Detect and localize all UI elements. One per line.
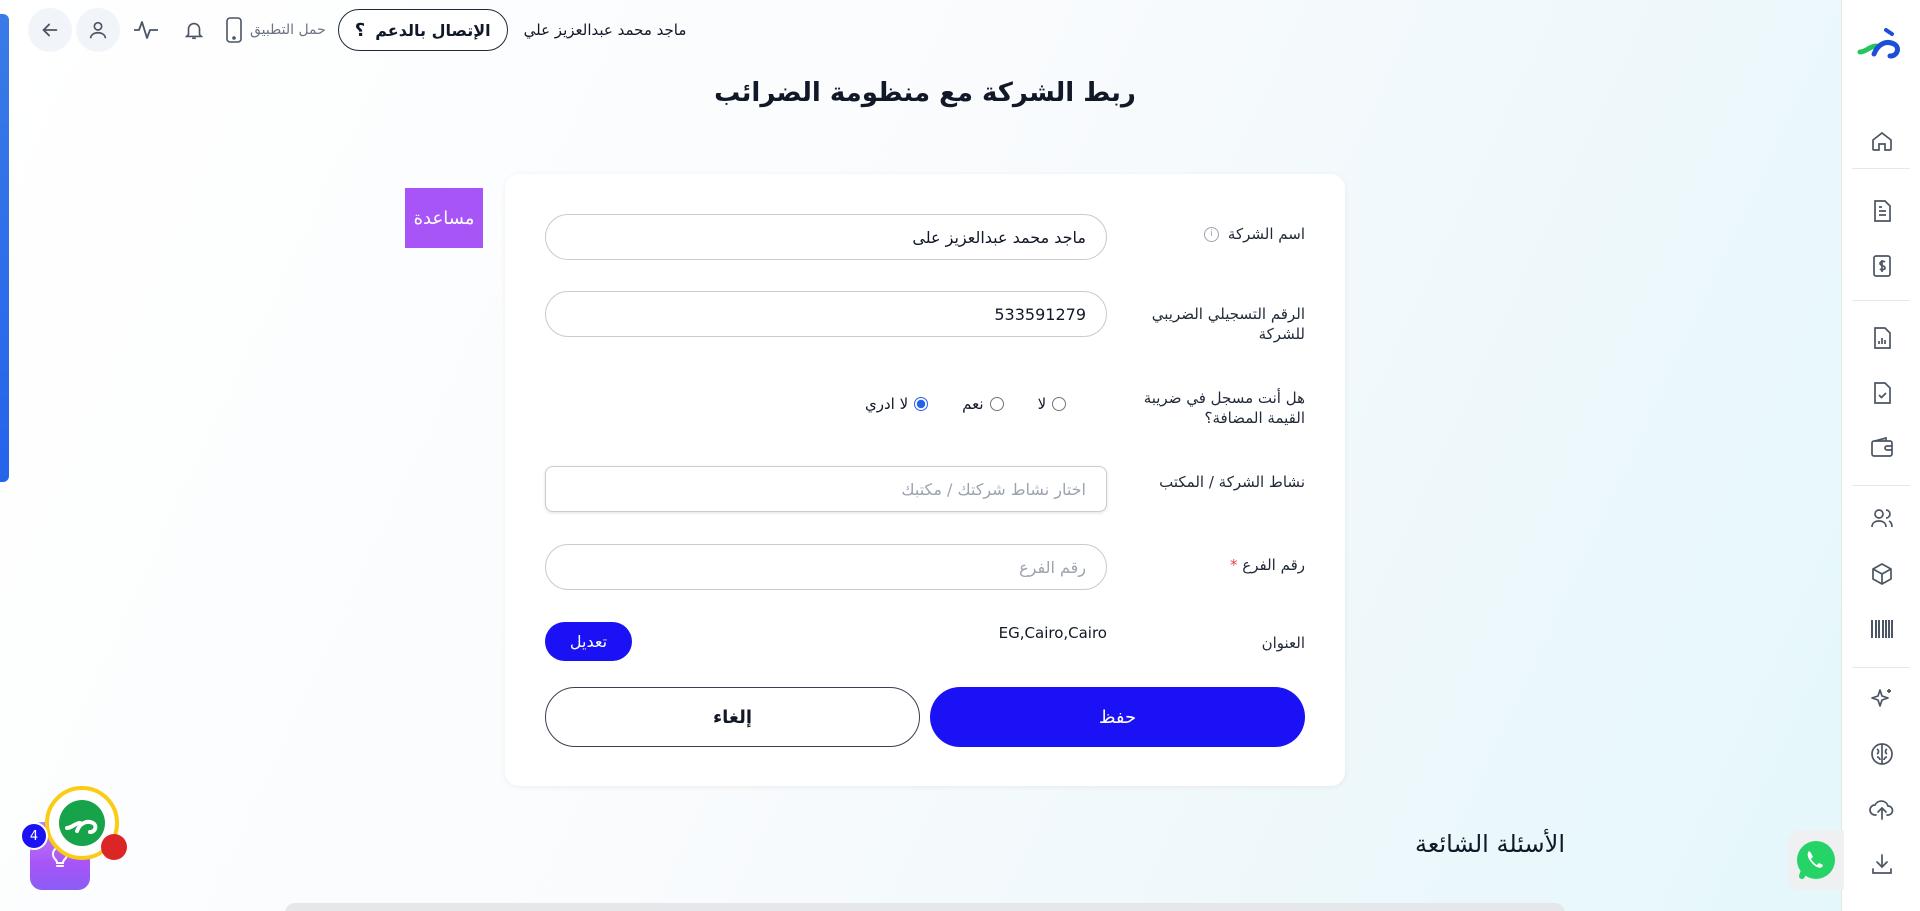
whatsapp-button[interactable]: [1788, 830, 1844, 890]
back-button[interactable]: [28, 8, 72, 52]
required-mark: *: [1230, 556, 1238, 574]
sidebar-divider: [1852, 667, 1910, 668]
activity-icon: [134, 21, 158, 39]
vat-option-no[interactable]: لا: [1038, 395, 1067, 413]
mobile-phone-icon: [226, 17, 242, 43]
assistant-notification-badge: 4: [20, 822, 48, 850]
wallet-icon: [1871, 437, 1893, 457]
vat-option-dont-know[interactable]: لا ادري: [865, 395, 929, 413]
check-file-icon: [1874, 382, 1891, 404]
vat-question-label: هل أنت مسجل في ضريبة القيمة المضافة؟: [1143, 389, 1305, 427]
vat-radio-dont-know[interactable]: [914, 397, 929, 411]
save-button[interactable]: حفظ: [930, 687, 1305, 747]
vat-option-yes-label: نعم: [962, 395, 984, 413]
dollar-document-icon: [1873, 255, 1891, 277]
chart-file-icon: [1874, 327, 1891, 349]
tax-link-form-card: اسم الشركة i الرقم التسجيلي الضريبي للشر…: [505, 174, 1345, 786]
download-icon: [1872, 854, 1892, 874]
sidebar-barcode[interactable]: [1869, 616, 1895, 642]
company-name-input[interactable]: [545, 214, 1107, 260]
company-name-label-row: اسم الشركة i: [1125, 224, 1305, 244]
support-button[interactable]: ؟ الإتصال بالدعم: [337, 9, 508, 51]
vat-option-yes[interactable]: نعم: [962, 395, 1004, 413]
download-app-link[interactable]: حمل التطبيق: [226, 17, 326, 43]
sidebar-divider: [1852, 300, 1910, 301]
brand-logo-icon: [1857, 28, 1900, 59]
vat-option-dont-know-label: لا ادري: [865, 395, 909, 413]
tax-reg-label: الرقم التسجيلي الضريبي للشركة: [1151, 305, 1305, 343]
bell-icon: [184, 22, 204, 40]
help-tab[interactable]: مساعدة: [405, 188, 483, 248]
activity-button[interactable]: [124, 8, 168, 52]
sidebar-ai[interactable]: [1869, 686, 1895, 712]
sidebar-users[interactable]: [1869, 505, 1895, 531]
sidebar-reports[interactable]: [1869, 325, 1895, 351]
branch-number-input[interactable]: [545, 544, 1107, 590]
whatsapp-icon: [1797, 841, 1835, 879]
vat-radio-yes[interactable]: [989, 397, 1004, 411]
vat-radio-no[interactable]: [1052, 397, 1067, 411]
vat-option-no-label: لا: [1037, 395, 1047, 413]
branch-label: رقم الفرع: [1242, 556, 1305, 574]
sidebar-invoices[interactable]: [1869, 253, 1895, 279]
assistant-status-dot: [101, 834, 127, 860]
brand-logo-icon: [59, 800, 105, 846]
company-name-label: اسم الشركة: [1227, 225, 1305, 243]
sparkle-icon: [1871, 689, 1891, 707]
sidebar-divider: [1852, 168, 1910, 169]
address-value: EG,Cairo,Cairo: [998, 624, 1107, 642]
download-app-label: حمل التطبيق: [250, 22, 326, 38]
sidebar-approvals[interactable]: [1869, 380, 1895, 406]
sidebar-documents[interactable]: [1869, 198, 1895, 224]
edit-address-button[interactable]: تعديل: [545, 622, 632, 661]
sidebar-divider: [1852, 485, 1910, 486]
activity-select[interactable]: [545, 466, 1107, 512]
address-label: العنوان: [1261, 634, 1305, 652]
cancel-button[interactable]: إلغاء: [545, 687, 920, 747]
tax-registration-input[interactable]: [545, 291, 1107, 337]
document-icon: [1874, 200, 1891, 222]
profile-button[interactable]: [76, 8, 120, 52]
arrow-left-icon: [42, 23, 58, 37]
question-mark-icon: ؟: [354, 19, 366, 41]
support-label: الإتصال بالدعم: [375, 20, 491, 40]
faq-item[interactable]: [285, 903, 1565, 911]
upload-icon: [1869, 800, 1894, 820]
activity-label: نشاط الشركة / المكتب: [1159, 473, 1305, 491]
sidebar-download[interactable]: [1869, 851, 1895, 877]
info-icon[interactable]: i: [1204, 227, 1220, 242]
brain-icon: [1871, 743, 1893, 765]
sidebar-wallet[interactable]: [1869, 435, 1895, 461]
user-name: ماجد محمد عبدالعزيز علي: [523, 21, 687, 39]
box-icon: [1872, 563, 1892, 585]
barcode-icon: [1871, 620, 1893, 638]
users-icon: [1871, 509, 1893, 528]
brand-logo[interactable]: [1856, 24, 1906, 68]
sidebar-insights[interactable]: [1869, 741, 1895, 767]
vat-radio-group: لا ادري نعم لا: [865, 392, 1105, 416]
sidebar-upload[interactable]: [1869, 796, 1895, 822]
top-bar: حمل التطبيق ؟ الإتصال بالدعم ماجد محمد ع…: [28, 8, 686, 52]
sidebar-home[interactable]: [1869, 128, 1895, 154]
user-icon: [89, 21, 107, 39]
notifications-button[interactable]: [172, 8, 216, 52]
branch-label-row: رقم الفرع *: [1125, 555, 1305, 575]
sidebar-products[interactable]: [1869, 561, 1895, 587]
right-sidebar: [1841, 0, 1920, 911]
faq-title: الأسئلة الشائعة: [1415, 830, 1565, 858]
page-title: ربط الشركة مع منظومة الضرائب: [714, 78, 1136, 108]
home-icon: [1872, 131, 1892, 151]
